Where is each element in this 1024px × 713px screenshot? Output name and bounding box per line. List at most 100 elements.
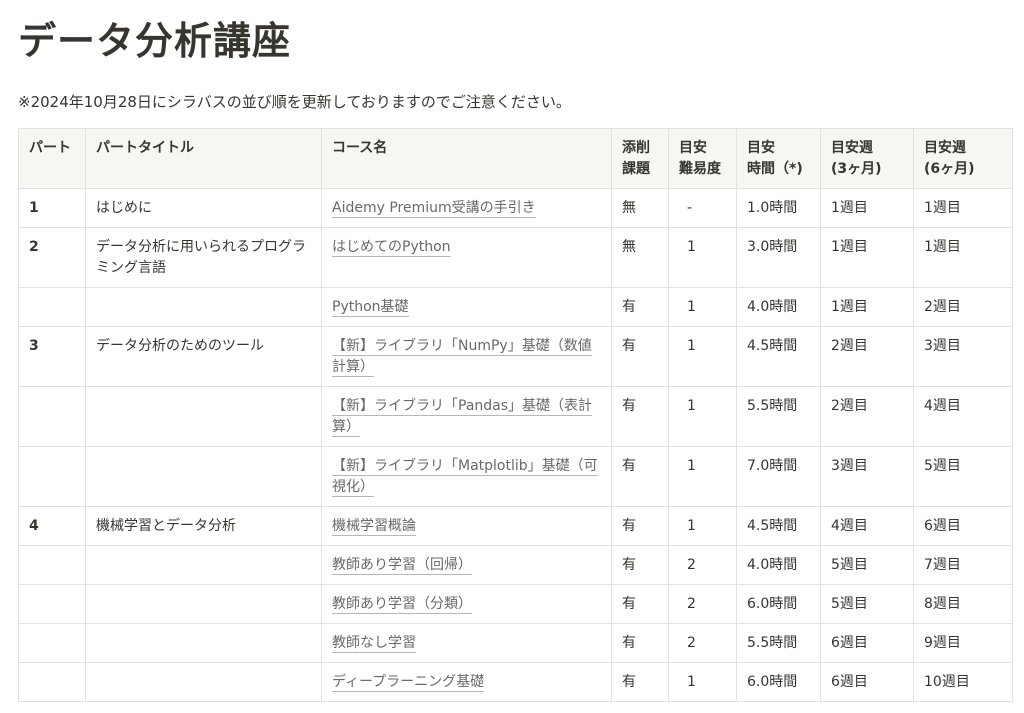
- cell-week6: 8週目: [913, 584, 1013, 624]
- cell-text: -: [687, 200, 693, 216]
- cell-text: 有: [622, 398, 636, 414]
- cell-assignment: 有: [611, 446, 669, 507]
- cell-hours: 4.0時間: [736, 545, 821, 585]
- table-row: 1 はじめに Aidemy Premium受講の手引き 無 - 1.0時間 1週目 1週目: [18, 188, 1013, 228]
- column-header-difficulty: 目安 難易度: [668, 128, 737, 189]
- column-header-course-name: コース名: [321, 128, 612, 189]
- cell-text: 5週目: [831, 596, 868, 612]
- table-row: 【新】ライブラリ「Pandas」基礎（表計算） 有 1 5.5時間 2週目 4週目: [18, 386, 1013, 447]
- course-link[interactable]: 機械学習概論: [332, 518, 416, 536]
- cell-text: 4週目: [831, 518, 868, 534]
- cell-text: 1: [687, 674, 696, 690]
- cell-hours: 4.5時間: [736, 506, 821, 546]
- cell-text: 6.0時間: [747, 674, 798, 690]
- cell-course: 教師あり学習（分類）: [321, 584, 612, 624]
- cell-text: 2: [687, 596, 696, 612]
- cell-week3: 5週目: [820, 545, 914, 585]
- course-link[interactable]: 教師なし学習: [332, 635, 416, 653]
- syllabus-table: パート パートタイトル コース名 添削 課題 目安 難易度 目安 時間（*) 目安週 (3ヶ月) 目安…: [18, 128, 1013, 702]
- cell-part-title: データ分析のためのツール: [85, 326, 322, 387]
- cell-week3: 1週目: [820, 227, 914, 288]
- cell-text: 3: [29, 338, 39, 354]
- column-header-assignment: 添削 課題: [611, 128, 669, 189]
- table-row: 教師あり学習（回帰） 有 2 4.0時間 5週目 7週目: [18, 545, 1013, 585]
- cell-text: 1: [687, 518, 696, 534]
- cell-text: 6週目: [924, 518, 961, 534]
- course-link[interactable]: Python基礎: [332, 299, 409, 317]
- table-row: 【新】ライブラリ「Matplotlib」基礎（可視化） 有 1 7.0時間 3週目 5週目: [18, 446, 1013, 507]
- cell-text: 4週目: [924, 398, 961, 414]
- table-row: 教師あり学習（分類） 有 2 6.0時間 5週目 8週目: [18, 584, 1013, 624]
- cell-week6: 7週目: [913, 545, 1013, 585]
- column-header-week-6months: 目安週 (6ヶ月): [913, 128, 1013, 189]
- cell-week3: 5週目: [820, 584, 914, 624]
- course-link[interactable]: ディープラーニング基礎: [332, 674, 485, 692]
- cell-course: Python基礎: [321, 287, 612, 327]
- cell-difficulty: 1: [668, 326, 737, 387]
- cell-assignment: 有: [611, 506, 669, 546]
- cell-course: 【新】ライブラリ「Pandas」基礎（表計算）: [321, 386, 612, 447]
- cell-hours: 1.0時間: [736, 188, 821, 228]
- cell-text: 9週目: [924, 635, 961, 651]
- cell-part-title: [85, 446, 322, 507]
- cell-text: 無: [622, 239, 636, 255]
- cell-text: 5週目: [831, 557, 868, 573]
- cell-week6: 3週目: [913, 326, 1013, 387]
- cell-week3: 6週目: [820, 662, 914, 702]
- cell-part: [18, 623, 86, 663]
- cell-text: 有: [622, 338, 636, 354]
- cell-assignment: 無: [611, 227, 669, 288]
- cell-part-title: データ分析に用いられるプログラミング言語: [85, 227, 322, 288]
- cell-week3: 2週目: [820, 326, 914, 387]
- course-link[interactable]: Aidemy Premium受講の手引き: [332, 200, 536, 218]
- cell-course: 機械学習概論: [321, 506, 612, 546]
- table-row: 4 機械学習とデータ分析 機械学習概論 有 1 4.5時間 4週目 6週目: [18, 506, 1013, 546]
- cell-text: 3週目: [924, 338, 961, 354]
- course-link[interactable]: 【新】ライブラリ「NumPy」基礎（数値計算）: [332, 338, 592, 377]
- cell-text: 1: [29, 200, 39, 216]
- cell-assignment: 有: [611, 287, 669, 327]
- cell-difficulty: 1: [668, 506, 737, 546]
- cell-text: 2週目: [924, 299, 961, 315]
- course-link[interactable]: 教師あり学習（分類）: [332, 596, 472, 614]
- cell-text: 4.5時間: [747, 338, 798, 354]
- cell-week6: 2週目: [913, 287, 1013, 327]
- cell-difficulty: -: [668, 188, 737, 228]
- cell-text: 6週目: [831, 635, 868, 651]
- cell-assignment: 有: [611, 662, 669, 702]
- table-header-row: パート パートタイトル コース名 添削 課題 目安 難易度 目安 時間（*) 目安週 (3ヶ月) 目安…: [18, 128, 1013, 189]
- cell-text: 無: [622, 200, 636, 216]
- course-link[interactable]: 【新】ライブラリ「Matplotlib」基礎（可視化）: [332, 458, 598, 497]
- cell-text: 有: [622, 518, 636, 534]
- cell-course: 教師なし学習: [321, 623, 612, 663]
- cell-text: 7.0時間: [747, 458, 798, 474]
- cell-text: 1: [687, 338, 696, 354]
- course-link[interactable]: 【新】ライブラリ「Pandas」基礎（表計算）: [332, 398, 593, 437]
- cell-course: 教師あり学習（回帰）: [321, 545, 612, 585]
- cell-part: [18, 545, 86, 585]
- cell-week3: 6週目: [820, 623, 914, 663]
- cell-text: 1週目: [831, 239, 868, 255]
- course-link[interactable]: 教師あり学習（回帰）: [332, 557, 472, 575]
- cell-text: 2週目: [831, 398, 868, 414]
- cell-assignment: 有: [611, 623, 669, 663]
- cell-week3: 1週目: [820, 287, 914, 327]
- cell-text: 1: [687, 458, 696, 474]
- cell-hours: 6.0時間: [736, 584, 821, 624]
- cell-hours: 4.0時間: [736, 287, 821, 327]
- cell-course: 【新】ライブラリ「Matplotlib」基礎（可視化）: [321, 446, 612, 507]
- cell-text: 有: [622, 299, 636, 315]
- cell-text: 有: [622, 557, 636, 573]
- cell-text: はじめに: [96, 200, 152, 216]
- cell-hours: 7.0時間: [736, 446, 821, 507]
- table-row: ディープラーニング基礎 有 1 6.0時間 6週目 10週目: [18, 662, 1013, 702]
- cell-hours: 4.5時間: [736, 326, 821, 387]
- cell-difficulty: 1: [668, 386, 737, 447]
- cell-difficulty: 1: [668, 287, 737, 327]
- cell-week3: 2週目: [820, 386, 914, 447]
- cell-text: 1週目: [924, 200, 961, 216]
- course-link[interactable]: はじめてのPython: [332, 239, 451, 257]
- cell-part-title: [85, 662, 322, 702]
- cell-text: 6週目: [831, 674, 868, 690]
- cell-text: データ分析に用いられるプログラミング言語: [96, 239, 306, 276]
